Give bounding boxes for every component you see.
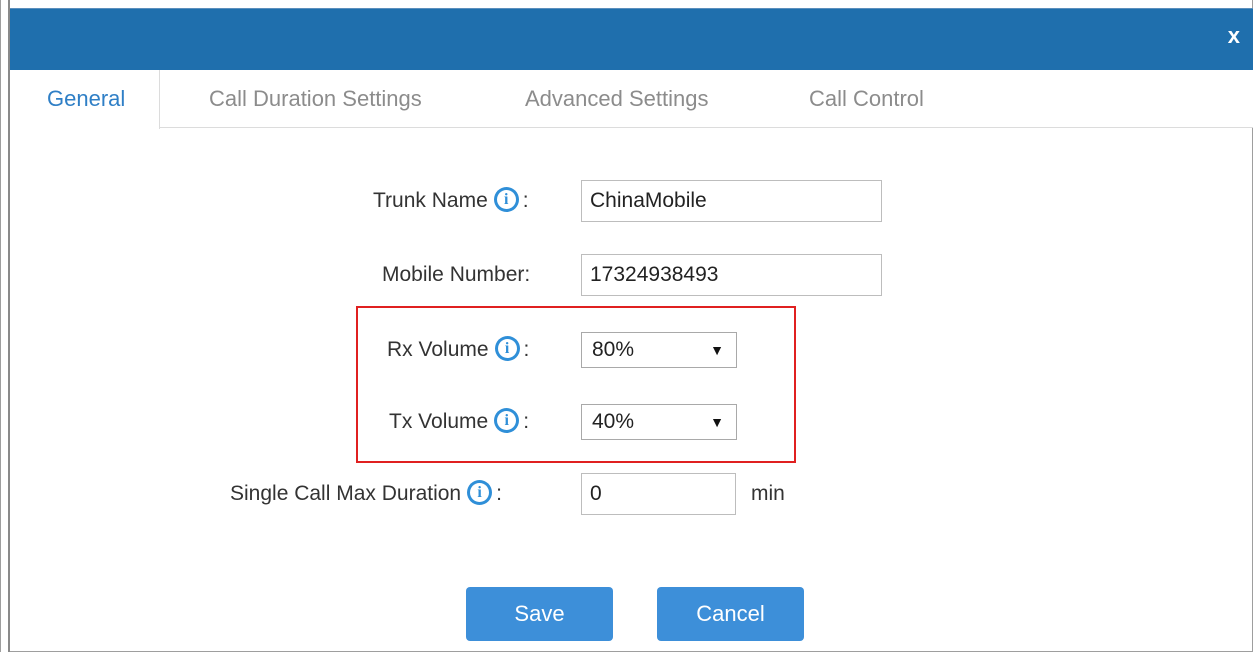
- tx-volume-selected: 40%: [592, 410, 635, 433]
- info-icon[interactable]: [493, 186, 519, 212]
- rx-volume-separator: :: [523, 338, 530, 361]
- info-icon[interactable]: [467, 479, 493, 505]
- trunk-name-separator: :: [522, 189, 529, 212]
- tx-volume-label-text: Tx Volume: [389, 410, 489, 433]
- trunk-edit-dialog: x General Call Duration Settings Advance…: [0, 0, 1253, 652]
- tab-call-control[interactable]: Call Control: [809, 70, 924, 128]
- tab-bar: General Call Duration Settings Advanced …: [12, 70, 1253, 129]
- tab-general[interactable]: General: [12, 70, 161, 129]
- chevron-down-icon: ▼: [710, 414, 724, 430]
- trunk-name-input[interactable]: [581, 180, 882, 222]
- dialog-left-border: [1, 0, 10, 652]
- info-icon[interactable]: [494, 335, 520, 361]
- duration-unit: min: [751, 482, 785, 505]
- save-button[interactable]: Save: [466, 587, 613, 641]
- rx-volume-selected: 80%: [592, 338, 635, 361]
- chevron-down-icon: ▼: [710, 342, 724, 358]
- rx-volume-label-text: Rx Volume: [387, 338, 489, 361]
- trunk-name-label-text: Trunk Name: [373, 189, 488, 212]
- tx-volume-label: Tx Volume:: [389, 401, 529, 443]
- trunk-name-label: Trunk Name:: [373, 180, 529, 222]
- mobile-number-label: Mobile Number:: [382, 263, 531, 286]
- close-icon[interactable]: x: [1228, 23, 1240, 49]
- info-icon[interactable]: [494, 407, 520, 433]
- cancel-button[interactable]: Cancel: [657, 587, 804, 641]
- single-call-max-duration-label-text: Single Call Max Duration: [230, 482, 462, 505]
- dialog-titlebar: x: [10, 8, 1253, 70]
- single-call-max-duration-label: Single Call Max Duration:: [230, 473, 502, 515]
- single-call-max-duration-separator: :: [496, 482, 502, 505]
- rx-volume-select[interactable]: 80% ▼: [581, 332, 737, 368]
- tab-advanced-settings[interactable]: Advanced Settings: [525, 70, 708, 128]
- rx-volume-label: Rx Volume:: [387, 329, 529, 371]
- mobile-number-input[interactable]: [581, 254, 882, 296]
- tx-volume-select[interactable]: 40% ▼: [581, 404, 737, 440]
- tab-call-duration-settings[interactable]: Call Duration Settings: [209, 70, 422, 128]
- single-call-max-duration-input[interactable]: [581, 473, 736, 515]
- tx-volume-separator: :: [523, 410, 530, 433]
